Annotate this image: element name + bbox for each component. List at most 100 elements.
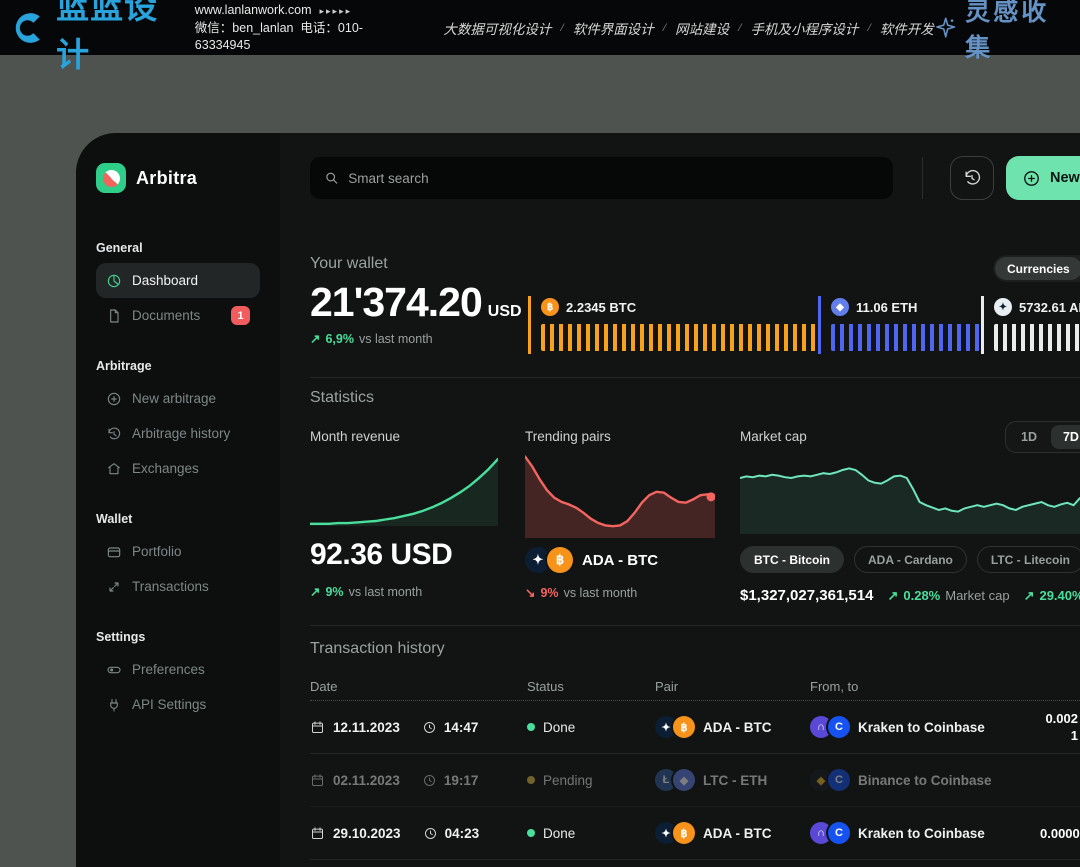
down-arrow-icon: ↘ [525,585,535,600]
nav-item-software-ui[interactable]: 软件界面设计 [573,18,654,38]
coinbase-icon: C [828,716,850,738]
document-icon [106,308,122,324]
sidebar-item-api-settings[interactable]: API Settings [96,687,260,722]
wallet-icon [106,544,122,560]
sidebar-item-exchanges[interactable]: Exchanges [96,451,260,486]
btc-icon: ฿ [547,547,573,573]
table-row[interactable]: 02.11.2023 19:17 Pending Ł◆LTC - ETH ◆CB… [310,754,1080,807]
range-tabs: 1D 7D 1M [1005,421,1080,453]
nav-separator: / [867,20,870,35]
month-revenue-chart [310,454,502,526]
holding-btc[interactable]: ฿2.2345 BTC [528,296,818,354]
up-arrow-icon: ↗ [310,331,320,346]
sparkle-star-icon [934,15,957,41]
nav-separator: / [560,20,563,35]
topbar-divider [922,157,923,199]
sidebar-item-label: New arbitrage [132,391,216,406]
volume-delta: ↗ 29.40% Volume (24h) [1024,588,1080,604]
app-brand-name: Arbitra [136,168,197,189]
market-cap-value: $1,327,027,361,514 [740,587,873,604]
sidebar-item-label: Portfolio [132,544,182,559]
transactions-arrows-icon [106,579,122,595]
site-url[interactable]: www.lanlanwork.com [195,3,312,17]
new-arbitrage-button[interactable]: New arbitrage [1006,156,1080,200]
toggle-currencies[interactable]: Currencies [995,257,1080,280]
plus-circle-icon [1022,169,1041,188]
exchange-building-icon [106,461,122,477]
trending-pairs-card: Trending pairs ✦ ฿ ADA - BTC [525,429,715,600]
sidebar-item-label: API Settings [132,697,206,712]
transactions-table: Date Status Pair From, to 12.11.2023 14:… [310,673,1080,860]
nav-item-dev[interactable]: 软件开发 [880,18,934,38]
sidebar-item-label: Transactions [132,579,209,594]
new-arbitrage-label: New arbitrage [1050,170,1080,186]
site-logo[interactable]: 蓝蓝设计 [14,0,179,76]
sidebar-item-transactions[interactable]: Transactions [96,569,260,604]
holding-eth[interactable]: ◆11.06 ETH [818,296,981,354]
dashboard-icon [106,273,122,289]
calendar-icon [310,826,325,841]
market-cap-card: Market cap 1D 7D 1M BTC - Bitcoin [740,429,1080,604]
section-divider [310,625,1080,626]
notification-badge: 1 [231,306,250,325]
col-from-to: From, to [810,679,1040,694]
sidebar-section-wallet: Wallet Portfolio Transactions [96,512,260,604]
site-contact: www.lanlanwork.com▸▸▸▸▸ 微信：ben_lanlan 电话… [195,2,398,54]
chip-ltc[interactable]: LTC - Litecoin [977,546,1080,573]
clock-icon [423,826,438,841]
pair-name: ADA - BTC [582,552,658,569]
app-brand[interactable]: Arbitra [96,163,260,193]
wallet-title: Your wallet [310,255,388,273]
statistics-title: Statistics [310,389,374,407]
section-divider [310,377,1080,378]
main-content: New arbitrage Your wallet Currencies Exc… [280,133,1080,867]
tab-1d[interactable]: 1D [1009,425,1049,449]
sidebar-item-arbitrage-history[interactable]: Arbitrage history [96,416,260,451]
collect-label: 灵感收集 [965,0,1066,64]
card-label: Month revenue [310,429,502,444]
market-cap-footer: $1,327,027,361,514 ↗ 0.28% Market cap ↗ … [740,587,1080,604]
section-label: Settings [96,630,260,644]
inspiration-collect[interactable]: 灵感收集 [934,0,1066,64]
sidebar-item-portfolio[interactable]: Portfolio [96,534,260,569]
sidebar-item-documents[interactable]: Documents 1 [96,298,260,333]
tab-7d[interactable]: 7D [1051,425,1080,449]
status-dot [527,776,535,784]
coinbase-icon: C [828,769,850,791]
site-nav: 大数据可视化设计 / 软件界面设计 / 网站建设 / 手机及小程序设计 / 软件… [443,18,933,38]
nav-item-website[interactable]: 网站建设 [675,18,729,38]
wallet-balance: 21'374.20USD [310,279,522,326]
ada-icon: ✦ [994,298,1012,316]
section-label: Wallet [96,512,260,526]
chip-ada[interactable]: ADA - Cardano [854,546,967,573]
sidebar-item-dashboard[interactable]: Dashboard [96,263,260,298]
month-revenue-value: 92.36 USD [310,538,502,572]
history-button[interactable] [950,156,994,200]
toggle-icon [106,662,122,678]
nav-item-mobile[interactable]: 手机及小程序设计 [750,18,858,38]
search-input[interactable] [348,171,879,186]
holding-ada[interactable]: ✦5732.61 ADA [981,296,1080,354]
site-wechat: 微信：ben_lanlan [195,21,294,35]
eth-icon: ◆ [831,298,849,316]
market-cap-delta: ↗ 0.28% Market cap [887,588,1009,604]
arrow-marks: ▸▸▸▸▸ [320,6,353,16]
clock-icon [422,773,437,788]
btc-icon: ฿ [541,298,559,316]
sidebar-item-new-arbitrage[interactable]: New arbitrage [96,381,260,416]
trending-pair[interactable]: ✦ ฿ ADA - BTC [525,547,715,573]
nav-item-bigdata[interactable]: 大数据可视化设计 [443,18,551,38]
site-header: 蓝蓝设计 www.lanlanwork.com▸▸▸▸▸ 微信：ben_lanl… [0,0,1080,55]
nav-separator: / [663,20,666,35]
month-revenue-delta: ↗ 9% vs last month [310,584,502,599]
table-row[interactable]: 29.10.2023 04:23 Done ✦฿ADA - BTC ∩CKrak… [310,807,1080,860]
wallet-delta: ↗ 6,9% vs last month [310,331,433,346]
col-pair: Pair [655,679,810,694]
sidebar-item-preferences[interactable]: Preferences [96,652,260,687]
table-row[interactable]: 12.11.2023 14:47 Done ✦฿ADA - BTC ∩CKrak… [310,701,1080,754]
calendar-icon [310,720,325,735]
col-date: Date [310,679,527,694]
chip-btc[interactable]: BTC - Bitcoin [740,546,844,573]
wallet-view-toggle: Currencies Exchanges [993,255,1080,282]
transaction-history-title: Transaction history [310,640,445,658]
